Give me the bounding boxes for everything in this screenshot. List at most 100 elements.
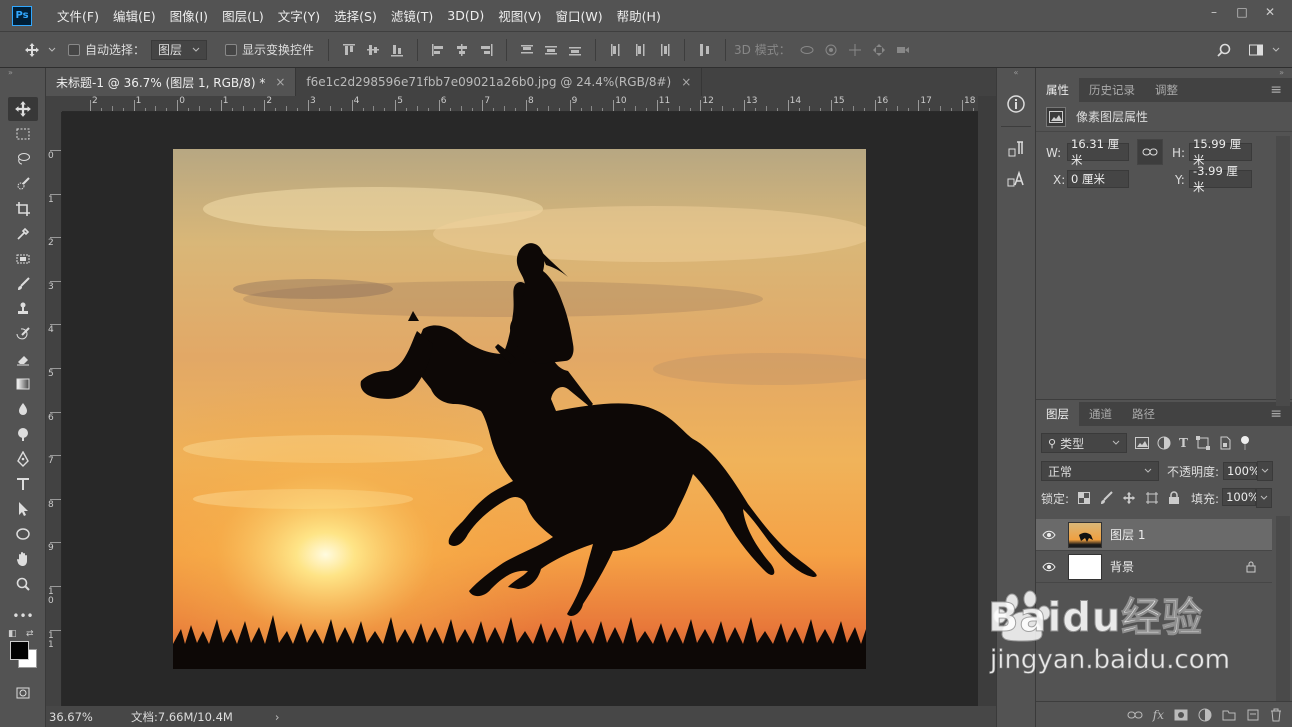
filter-toggle-icon[interactable] (1240, 435, 1250, 451)
eyedropper-tool-icon[interactable] (8, 222, 38, 246)
status-menu-arrow[interactable]: › (275, 710, 280, 724)
lock-all-icon[interactable] (1168, 491, 1180, 505)
ellipse-tool-icon[interactable] (8, 522, 38, 546)
distribute-top-icon[interactable] (519, 42, 535, 58)
3d-slide-icon[interactable] (871, 42, 887, 58)
opacity-field[interactable]: 100% (1223, 462, 1260, 480)
distribute-left-icon[interactable] (608, 42, 624, 58)
swap-colors-icon[interactable]: ⇄ (26, 629, 34, 639)
eraser-tool-icon[interactable] (8, 347, 38, 371)
x-field[interactable]: 0 厘米 (1067, 170, 1129, 188)
menu-view[interactable]: 视图(V) (491, 6, 548, 25)
pen-tool-icon[interactable] (8, 447, 38, 471)
collapse-arrows-icon[interactable]: » (1036, 68, 1292, 78)
align-bottom-icon[interactable] (389, 42, 405, 58)
3d-orbit-icon[interactable] (799, 42, 815, 58)
close-icon[interactable]: × (275, 75, 285, 89)
search-icon[interactable] (1216, 42, 1232, 58)
align-left-icon[interactable] (430, 42, 446, 58)
link-layers-icon[interactable] (1127, 710, 1143, 720)
path-selection-tool-icon[interactable] (8, 497, 38, 521)
menu-file[interactable]: 文件(F) (50, 6, 106, 25)
move-tool-icon[interactable] (8, 97, 38, 121)
3d-roll-icon[interactable] (823, 42, 839, 58)
fx-icon[interactable]: fx (1153, 708, 1164, 722)
height-field[interactable]: 15.99 厘米 (1189, 137, 1252, 167)
lock-pixels-icon[interactable] (1099, 491, 1113, 505)
move-tool-icon[interactable] (24, 42, 40, 58)
add-mask-icon[interactable] (1174, 709, 1188, 721)
crop-tool-icon[interactable] (8, 197, 38, 221)
collapse-arrows-icon[interactable]: » (0, 68, 45, 78)
workspace-icon[interactable] (1248, 42, 1264, 58)
tab-history[interactable]: 历史记录 (1079, 78, 1145, 102)
fill-dropdown[interactable] (1256, 488, 1273, 508)
visibility-eye-icon[interactable] (1036, 562, 1062, 572)
filter-shape-icon[interactable] (1195, 436, 1210, 450)
lock-transparent-icon[interactable] (1078, 492, 1091, 504)
menu-type[interactable]: 文字(Y) (271, 6, 327, 25)
hand-tool-icon[interactable] (8, 547, 38, 571)
filter-adjustment-icon[interactable] (1157, 436, 1171, 450)
minimize-button[interactable]: – (1200, 2, 1228, 22)
opacity-dropdown[interactable] (1257, 461, 1274, 481)
filter-pixel-icon[interactable] (1135, 437, 1149, 449)
clone-stamp-tool-icon[interactable] (8, 297, 38, 321)
menu-layer[interactable]: 图层(L) (215, 6, 271, 25)
brush-tool-icon[interactable] (8, 272, 38, 296)
close-button[interactable]: ✕ (1256, 2, 1284, 22)
new-group-icon[interactable] (1222, 709, 1236, 721)
menu-help[interactable]: 帮助(H) (610, 6, 668, 25)
tab-untitled[interactable]: 未标题-1 @ 36.7% (图层 1, RGB/8) * × (46, 68, 297, 96)
3d-scale-icon[interactable] (895, 42, 911, 58)
chevron-down-icon[interactable] (48, 42, 56, 58)
close-icon[interactable]: × (681, 75, 691, 89)
auto-select-checkbox[interactable] (68, 43, 80, 56)
lock-position-icon[interactable] (1122, 491, 1136, 505)
auto-select-dropdown[interactable]: 图层 (151, 39, 208, 60)
align-vcenter-icon[interactable] (365, 42, 381, 58)
filter-type-icon[interactable]: T (1179, 436, 1188, 450)
properties-scrollbar[interactable] (1276, 136, 1290, 406)
menu-image[interactable]: 图像(I) (163, 6, 215, 25)
tab-jpg[interactable]: f6e1c2d298596e71fbb7e09021a26b0.jpg @ 24… (296, 68, 703, 96)
marquee-tool-icon[interactable] (8, 122, 38, 146)
distribute-bottom-icon[interactable] (567, 42, 583, 58)
layers-scrollbar[interactable] (1276, 516, 1290, 701)
tab-layers[interactable]: 图层 (1036, 402, 1079, 426)
tab-adjustments[interactable]: 调整 (1145, 78, 1188, 102)
zoom-tool-icon[interactable] (8, 572, 38, 596)
distribute-hcenter-icon[interactable] (632, 42, 648, 58)
vertical-ruler[interactable]: 0 1 2 3 4 5 6 7 8 9 1 0 1 1 (46, 112, 62, 706)
align-hcenter-icon[interactable] (454, 42, 470, 58)
canvas-image[interactable] (173, 149, 866, 669)
3d-pan-icon[interactable] (847, 42, 863, 58)
auto-align-icon[interactable] (697, 42, 713, 58)
horizontal-ruler[interactable]: 2 1 0 1 2 3 4 5 6 7 8 9 10 11 12 13 14 15 16 17 18 (62, 96, 978, 112)
fill-field[interactable]: 100% (1222, 488, 1259, 506)
gradient-tool-icon[interactable] (8, 372, 38, 396)
blend-mode-dropdown[interactable]: 正常 (1041, 461, 1159, 481)
distribute-vcenter-icon[interactable] (543, 42, 559, 58)
menu-filter[interactable]: 滤镜(T) (384, 6, 440, 25)
adjustment-layer-icon[interactable] (1198, 708, 1212, 722)
collapse-arrows-icon[interactable]: « (997, 68, 1035, 78)
vertical-scrollbar[interactable] (978, 96, 996, 706)
foreground-color-swatch[interactable] (10, 641, 29, 660)
trash-icon[interactable] (1270, 708, 1282, 722)
y-field[interactable]: -3.99 厘米 (1189, 164, 1252, 194)
tab-channels[interactable]: 通道 (1079, 402, 1122, 426)
lock-icon[interactable] (1246, 561, 1256, 573)
panel-menu-icon[interactable]: ≡ (1260, 78, 1292, 102)
lasso-tool-icon[interactable] (8, 147, 38, 171)
info-icon[interactable] (997, 94, 1035, 114)
maximize-button[interactable]: □ (1228, 2, 1256, 22)
filter-smart-object-icon[interactable] (1218, 436, 1232, 450)
show-transform-checkbox[interactable] (225, 43, 238, 56)
more-tools-icon[interactable]: ••• (8, 604, 38, 628)
layer-filter-dropdown[interactable]: ⚲ 类型 (1041, 433, 1127, 453)
chevron-down-icon[interactable] (1272, 42, 1280, 58)
default-colors-icon[interactable]: ◧ (8, 629, 17, 639)
width-field[interactable]: 16.31 厘米 (1067, 137, 1129, 167)
layer-item[interactable]: 图层 1 (1036, 519, 1272, 551)
